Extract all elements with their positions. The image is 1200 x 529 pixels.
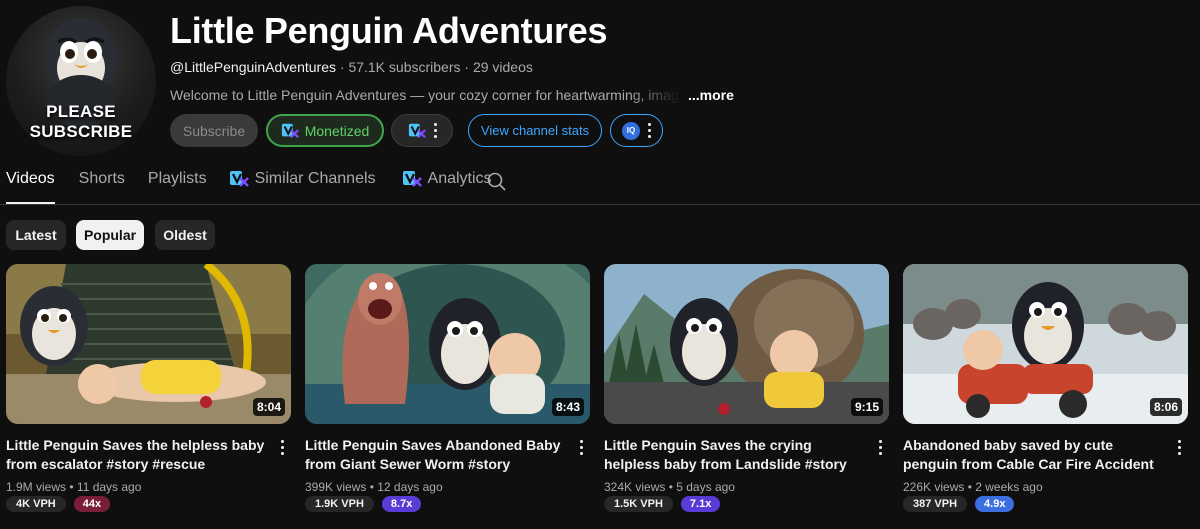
meta-separator: · [460,59,473,75]
description-more-link[interactable]: ...more [688,87,734,103]
monetized-label: Monetized [304,122,370,139]
more-vert-icon[interactable] [433,123,437,138]
video-meta: 1.9M views • 11 days ago [6,480,142,494]
monetized-button[interactable]: Monetized [266,114,384,147]
vph-badge: 1.5K VPH [604,496,673,512]
more-vert-icon[interactable] [879,440,882,455]
video-duration: 9:15 [850,398,883,416]
channel-description[interactable]: Welcome to Little Penguin Adventures — y… [170,87,734,103]
tab-similar-channels-label: Similar Channels [254,170,376,187]
video-card[interactable]: 8:43 Little Penguin Saves Abandoned Baby… [305,264,590,512]
vidiq-logo-icon [408,123,426,138]
tab-playlists[interactable]: Playlists [148,170,207,204]
multiplier-badge: 8.7x [381,496,422,512]
video-meta: 399K views • 12 days ago [305,480,443,494]
video-card[interactable]: 9:15 Little Penguin Saves the crying hel… [604,264,889,512]
video-age: 2 weeks ago [975,480,1043,494]
video-views: 226K views [903,480,965,494]
vph-badge: 4K VPH [6,496,66,512]
video-duration: 8:04 [252,398,285,416]
video-meta: 324K views • 5 days ago [604,480,735,494]
more-vert-icon[interactable] [1178,440,1181,455]
video-card[interactable]: 8:06 Abandoned baby saved by cute pengui… [903,264,1188,512]
tab-videos-label: Videos [6,170,55,187]
channel-tabs: Videos Shorts Playlists Similar Channels… [6,170,492,204]
tab-similar-channels[interactable]: Similar Channels [229,170,376,204]
video-badges: 4K VPH 44x [6,496,111,512]
vidiq-extension-button[interactable] [391,114,453,147]
multiplier-badge: 4.9x [975,496,1015,512]
search-icon[interactable] [487,172,507,192]
video-thumbnail[interactable]: 8:43 [305,264,590,424]
video-badges: 1.9K VPH 8.7x [305,496,422,512]
chip-oldest[interactable]: Oldest [155,220,215,250]
avatar-text-subscribe: SUBSCRIBE [29,122,133,141]
tab-shorts[interactable]: Shorts [79,170,125,204]
iq-button[interactable]: IQ [610,114,663,147]
vph-badge: 387 VPH [903,496,968,512]
video-title[interactable]: Little Penguin Saves the crying helpless… [604,436,866,474]
vidiq-logo-icon [281,123,299,138]
tabs-divider [0,204,1200,205]
more-vert-icon[interactable] [648,123,651,138]
video-card[interactable]: 8:04 Little Penguin Saves the helpless b… [6,264,291,512]
video-title[interactable]: Little Penguin Saves the helpless baby f… [6,436,268,474]
vidiq-logo-icon [402,171,422,187]
channel-title: Little Penguin Adventures [170,10,608,51]
thumbnail-sewer-worm-illustration [305,264,590,424]
view-channel-stats-button[interactable]: View channel stats [468,114,602,147]
chip-popular[interactable]: Popular [76,220,144,250]
avatar-text-please: PLEASE [46,102,116,121]
thumbnail-snow-wolves-illustration [903,264,1188,424]
subscriber-count: 57.1K subscribers [348,59,461,75]
multiplier-badge: 44x [73,496,111,512]
video-duration: 8:43 [551,398,584,416]
video-meta: 226K views • 2 weeks ago [903,480,1043,494]
video-badges: 387 VPH 4.9x [903,496,1015,512]
video-thumbnail[interactable]: 8:04 [6,264,291,424]
video-views: 1.9M views [6,480,67,494]
video-views: 399K views [305,480,367,494]
vph-badge: 1.9K VPH [305,496,374,512]
video-thumbnail[interactable]: 8:06 [903,264,1188,424]
channel-avatar[interactable]: PLEASE SUBSCRIBE [6,6,156,156]
chip-latest[interactable]: Latest [6,220,66,250]
thumbnail-landslide-illustration [604,264,889,424]
tab-analytics-label: Analytics [427,170,492,187]
more-vert-icon[interactable] [281,440,284,455]
more-vert-icon[interactable] [580,440,583,455]
channel-handle[interactable]: @LittlePenguinAdventures [170,59,336,75]
video-duration: 8:06 [1149,398,1182,416]
tab-analytics[interactable]: Analytics [402,170,492,204]
video-age: 11 days ago [76,480,142,494]
tab-videos[interactable]: Videos [6,170,55,204]
video-badges: 1.5K VPH 7.1x [604,496,721,512]
vidiq-logo-icon [229,171,249,187]
thumbnail-escalator-illustration [6,264,291,424]
tab-playlists-label: Playlists [147,170,207,187]
video-age: 12 days ago [377,480,443,494]
channel-description-text: Welcome to Little Penguin Adventures — y… [170,87,680,103]
video-thumbnail[interactable]: 9:15 [604,264,889,424]
subscribe-button[interactable]: Subscribe [170,114,258,147]
video-count: 29 videos [472,59,533,75]
video-views: 324K views [604,480,666,494]
channel-meta: @LittlePenguinAdventures · 57.1K subscri… [170,59,533,75]
iq-badge-icon: IQ [622,121,640,140]
video-title[interactable]: Little Penguin Saves Abandoned Baby from… [305,436,567,474]
meta-separator: · [335,59,349,75]
tab-shorts-label: Shorts [78,170,125,187]
video-age: 5 days ago [676,480,735,494]
video-title[interactable]: Abandoned baby saved by cute penguin fro… [903,436,1165,474]
multiplier-badge: 7.1x [680,496,721,512]
